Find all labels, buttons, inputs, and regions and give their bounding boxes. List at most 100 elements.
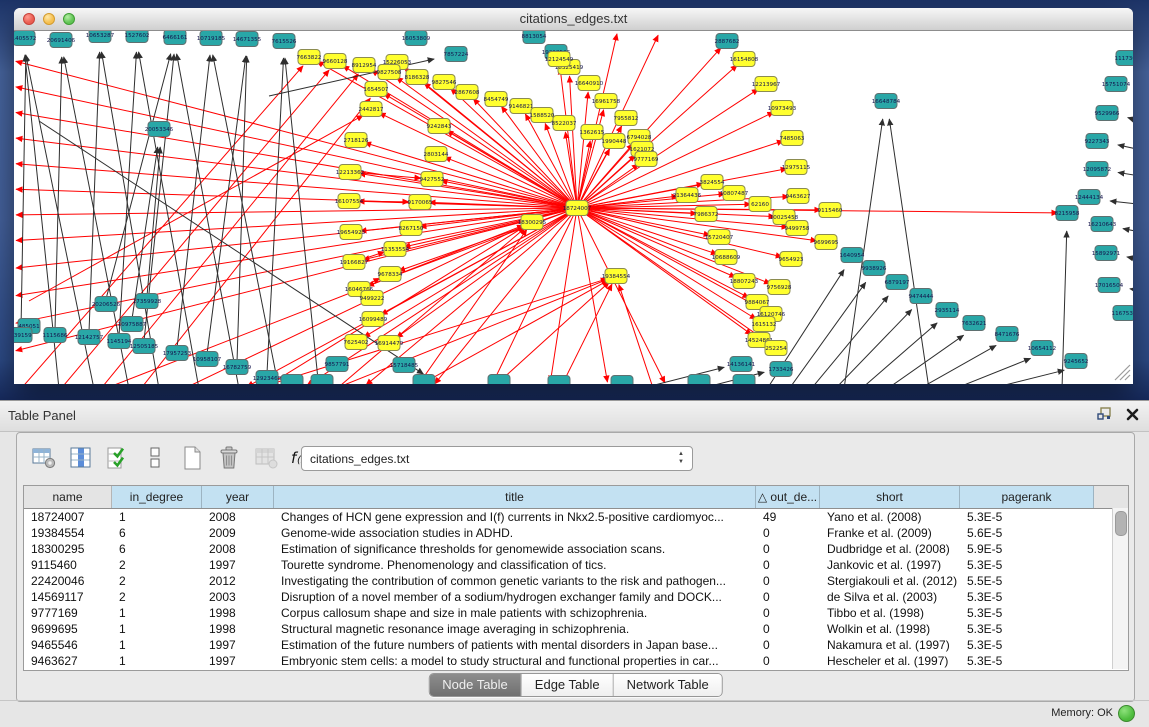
network-node[interactable]: 12142757 [75,330,104,345]
network-node[interactable]: 12923468 [253,371,282,385]
column-header-in_degree[interactable]: in_degree [112,486,202,508]
network-node[interactable]: 7857224 [444,47,469,62]
network-node[interactable]: 16210643 [1088,217,1117,232]
network-node[interactable]: 9660128 [323,54,348,69]
network-node[interactable]: 9938926 [862,261,887,276]
network-node[interactable]: 6466161 [163,31,188,45]
column-header-out_de[interactable]: △ out_de... [756,486,820,508]
table-row[interactable]: 1872400712008Changes of HCN gene express… [24,509,1128,525]
network-node[interactable]: 15720407 [705,230,734,245]
column-header-title[interactable]: title [274,486,756,508]
network-node[interactable]: 17016504 [1095,278,1124,293]
network-node[interactable]: 9678334 [378,267,403,282]
column-header-name[interactable]: name [24,486,112,508]
table-row[interactable]: 911546021997Tourette syndrome. Phenomeno… [24,557,1128,573]
network-node[interactable]: 339159 [14,328,32,343]
network-node[interactable]: 7986372 [694,207,719,222]
network-node[interactable]: 9474444 [909,289,934,304]
network-node[interactable]: 10958107 [193,352,222,367]
network-node[interactable]: 9499222 [360,291,385,306]
network-node[interactable]: 7485063 [780,131,805,146]
network-node[interactable]: 19166827 [340,255,369,270]
clear-selection-icon[interactable] [142,445,168,471]
network-node[interactable]: 18807243 [730,274,759,289]
tab-node-table[interactable]: Node Table [429,674,522,696]
network-node[interactable]: 1362615 [580,125,605,140]
network-node[interactable]: 21364436 [673,188,702,203]
network-node[interactable]: 9857791 [325,357,350,372]
table-row[interactable]: 946554611997Estimation of the future num… [24,637,1128,653]
network-node[interactable]: 8522037 [552,116,577,131]
network-node[interactable]: 1640954 [840,248,865,263]
network-node[interactable]: 15718485 [390,358,419,373]
network-node[interactable]: 9827508 [377,65,402,80]
network-node[interactable]: 19384554 [602,269,631,284]
network-node[interactable]: 10973493 [768,101,797,116]
network-node[interactable]: 9463627 [786,189,811,204]
network-node[interactable]: 18300295 [518,215,547,230]
network-node[interactable]: 12213362 [336,165,364,180]
network-node[interactable]: 9427552 [420,172,445,187]
tab-edge-table[interactable]: Edge Table [522,674,614,696]
network-node[interactable]: 8215958 [1055,206,1080,221]
network-node[interactable]: 12975115 [782,160,811,175]
table-row[interactable]: 977716911998Corpus callosum shape and si… [24,605,1128,621]
network-node[interactable]: 252254 [765,341,787,356]
network-node[interactable] [311,375,333,385]
network-node[interactable]: 8186328 [405,70,430,85]
network-node[interactable]: 9529966 [1095,106,1120,121]
network-node[interactable]: 9227343 [1085,134,1110,149]
network-node[interactable]: 9115460 [818,203,843,218]
network-node[interactable]: 10719185 [197,31,226,46]
network-node[interactable] [488,375,510,385]
network-node[interactable]: 16107554 [335,194,364,209]
network-node[interactable]: 8912954 [352,58,377,73]
window-titlebar[interactable]: citations_edges.txt [14,8,1133,31]
network-node[interactable]: 3824554 [700,175,725,190]
window-resize-grip[interactable] [1115,365,1130,380]
network-node[interactable]: 12095872 [1083,162,1111,177]
select-all-rows-icon[interactable] [105,445,131,471]
network-node[interactable]: 2935114 [935,303,960,318]
network-node[interactable]: 9170065 [408,195,433,210]
network-node[interactable]: 20053346 [145,122,174,137]
network-node[interactable]: 16961758 [592,94,621,109]
network-canvas[interactable]: 1405572206914061065328715276026466161107… [14,31,1133,384]
network-node[interactable] [733,375,755,385]
network-node[interactable]: 9146821 [509,99,534,114]
network-node[interactable]: 9699695 [814,235,839,250]
network-node[interactable]: 12505185 [130,339,159,354]
network-node[interactable]: 6879197 [885,275,910,290]
network-node[interactable]: 14136141 [727,357,756,372]
network-node[interactable]: 1527602 [125,31,150,43]
network-node[interactable]: 20691406 [47,33,76,48]
table-row[interactable]: 946362711997Embryonic stem cells: a mode… [24,653,1128,669]
network-node[interactable]: 18724007 [563,201,592,216]
network-node[interactable]: 9827546 [432,75,457,90]
network-node[interactable]: 17957253 [163,346,192,361]
network-node[interactable]: 7632621 [962,316,987,331]
citation-network-graph[interactable]: 1405572206914061065328715276026466161107… [14,31,1133,384]
tab-network-table[interactable]: Network Table [614,674,722,696]
network-node[interactable]: 16640910 [575,76,604,91]
network-node[interactable]: 15892971 [1092,246,1121,261]
scrollbar-thumb[interactable] [1115,511,1127,536]
network-node[interactable]: 20206526 [92,297,121,312]
column-header-short[interactable]: short [820,486,960,508]
table-mode-icon[interactable] [31,445,57,471]
network-node[interactable]: 1733426 [769,362,794,377]
column-header-pagerank[interactable]: pagerank [960,486,1094,508]
network-node[interactable]: 1990448 [602,134,627,149]
network-node[interactable]: 9245652 [1064,354,1089,369]
network-node[interactable]: 16099489 [359,312,388,327]
network-node[interactable]: 7955812 [614,111,639,126]
network-node[interactable]: 2442817 [359,102,384,117]
network-node[interactable]: 8454749 [484,92,509,107]
table-row[interactable]: 1456911722003Disruption of a novel membe… [24,589,1128,605]
network-node[interactable]: 1654507 [364,82,389,97]
table-vertical-scrollbar[interactable] [1112,508,1128,669]
close-panel-icon[interactable] [1126,408,1139,426]
network-node[interactable]: 12444134 [1075,190,1104,205]
delete-columns-icon[interactable] [216,445,242,471]
network-node[interactable]: 1145194 [107,334,132,349]
